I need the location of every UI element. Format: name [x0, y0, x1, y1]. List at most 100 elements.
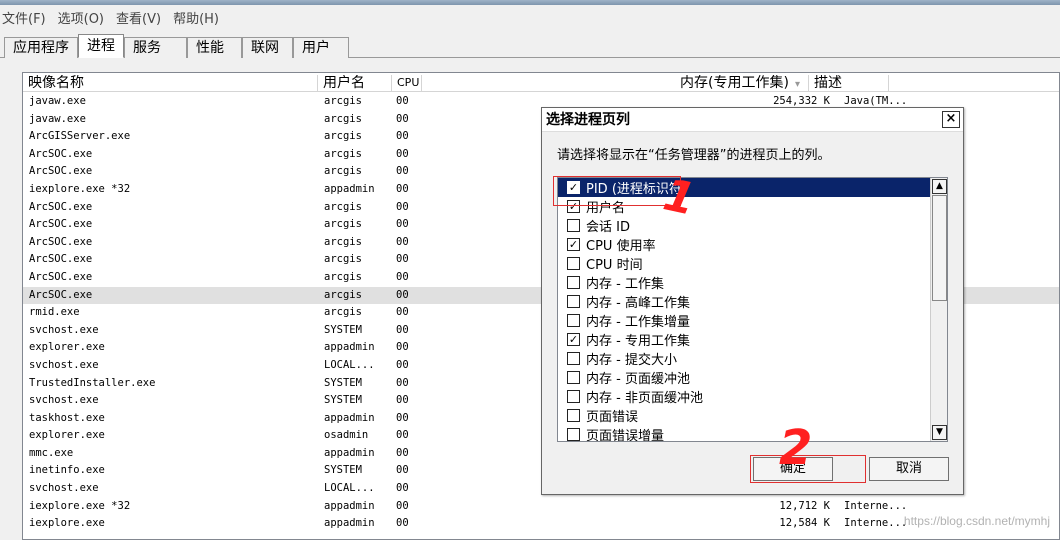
column-option[interactable]: 页面错误 — [558, 406, 947, 425]
checkbox-unchecked-icon[interactable] — [567, 371, 580, 384]
checkbox-checked-icon[interactable]: ✓ — [567, 238, 580, 251]
process-name: ArcSOC.exe — [29, 200, 93, 213]
process-cpu: 00 — [396, 446, 409, 459]
process-name: javaw.exe — [29, 112, 86, 125]
checkbox-unchecked-icon[interactable] — [567, 295, 580, 308]
column-option-label: 内存 - 工作集 — [586, 277, 664, 292]
column-option-label: 内存 - 高峰工作集 — [586, 296, 690, 311]
process-name: inetinfo.exe — [29, 464, 105, 477]
column-cpu[interactable]: CPU — [392, 75, 422, 92]
process-name: explorer.exe — [29, 341, 105, 354]
column-option-label: 内存 - 页面缓冲池 — [586, 372, 690, 387]
checkbox-unchecked-icon[interactable] — [567, 428, 580, 441]
column-option[interactable]: ✓ 内存 - 专用工作集 — [558, 330, 947, 349]
column-user-name[interactable]: 用户名 — [318, 75, 392, 92]
process-name: iexplore.exe — [29, 517, 105, 530]
tab-processes[interactable]: 进程 — [78, 34, 124, 58]
tab-strip: 应用程序 进程 服务 性能 联网 用户 — [4, 34, 349, 58]
process-user: LOCAL... — [324, 358, 375, 371]
checkbox-unchecked-icon[interactable] — [567, 276, 580, 289]
column-memory[interactable]: 内存(专用工作集) ▾ — [422, 75, 809, 92]
column-option-label: 会话 ID — [586, 220, 630, 235]
column-option[interactable]: 页面错误增量 — [558, 425, 947, 442]
cancel-button[interactable]: 取消 — [869, 457, 949, 481]
scroll-up-icon[interactable]: ▲ — [932, 179, 947, 194]
tab-users[interactable]: 用户 — [293, 37, 349, 58]
tab-networking[interactable]: 联网 — [242, 37, 293, 58]
table-row[interactable]: iexplore.exe *32 appadmin 00 12,712 K Intern… — [23, 498, 1059, 516]
process-cpu: 00 — [396, 358, 409, 371]
checkbox-checked-icon[interactable]: ✓ — [567, 333, 580, 346]
menu-help[interactable]: 帮助(H) — [173, 8, 219, 27]
checkbox-unchecked-icon[interactable] — [567, 409, 580, 422]
column-memory-label: 内存(专用工作集) — [680, 75, 789, 91]
menu-view[interactable]: 查看(V) — [116, 8, 161, 27]
column-option[interactable]: 内存 - 高峰工作集 — [558, 292, 947, 311]
column-option[interactable]: 内存 - 页面缓冲池 — [558, 368, 947, 387]
column-option[interactable]: 内存 - 工作集增量 — [558, 311, 947, 330]
process-name: rmid.exe — [29, 306, 80, 319]
process-user: appadmin — [324, 517, 375, 530]
menu-options[interactable]: 选项(O) — [58, 8, 104, 27]
watermark: https://blog.csdn.net/mymhj — [903, 514, 1050, 528]
close-icon[interactable]: × — [942, 111, 960, 128]
process-user: appadmin — [324, 499, 375, 512]
process-user: arcgis — [324, 130, 362, 143]
process-cpu: 00 — [396, 130, 409, 143]
column-option[interactable]: 内存 - 非页面缓冲池 — [558, 387, 947, 406]
sort-descending-icon: ▾ — [794, 79, 800, 90]
process-user: arcgis — [324, 200, 362, 213]
checkbox-unchecked-icon[interactable] — [567, 314, 580, 327]
process-user: appadmin — [324, 182, 375, 195]
column-option[interactable]: 内存 - 提交大小 — [558, 349, 947, 368]
process-cpu: 00 — [396, 411, 409, 424]
process-cpu: 00 — [396, 253, 409, 266]
process-name: iexplore.exe *32 — [29, 182, 131, 195]
process-name: ArcSOC.exe — [29, 147, 93, 160]
process-cpu: 00 — [396, 464, 409, 477]
column-option[interactable]: 内存 - 工作集 — [558, 273, 947, 292]
list-scrollbar[interactable]: ▲ ▼ — [930, 178, 947, 441]
tab-applications[interactable]: 应用程序 — [4, 37, 78, 58]
process-user: SYSTEM — [324, 464, 362, 477]
tab-performance[interactable]: 性能 — [187, 37, 242, 58]
process-cpu: 00 — [396, 112, 409, 125]
column-option-label: 内存 - 工作集增量 — [586, 315, 690, 330]
checkbox-items: ✓ PID (进程标识符) ✓ 用户名 会话 ID ✓ CPU 使用率 CPU 时间 内存 - … — [558, 178, 947, 442]
process-cpu: 00 — [396, 288, 409, 301]
checkbox-unchecked-icon[interactable] — [567, 352, 580, 365]
process-user: arcgis — [324, 306, 362, 319]
process-name: javaw.exe — [29, 95, 86, 107]
process-user: arcgis — [324, 218, 362, 231]
tab-services[interactable]: 服务 — [124, 37, 187, 58]
column-option[interactable]: ✓ CPU 使用率 — [558, 235, 947, 254]
checkbox-unchecked-icon[interactable] — [567, 390, 580, 403]
column-option[interactable]: CPU 时间 — [558, 254, 947, 273]
process-name: svchost.exe — [29, 394, 99, 407]
menu-bar: 文件(F) 选项(O) 查看(V) 帮助(H) — [0, 7, 1060, 27]
column-image-name[interactable]: 映像名称 — [23, 75, 318, 92]
process-cpu: 00 — [396, 394, 409, 407]
process-cpu: 00 — [396, 182, 409, 195]
column-option[interactable]: 会话 ID — [558, 216, 947, 235]
process-memory: 12,712 K — [779, 499, 830, 512]
process-name: ArcSOC.exe — [29, 218, 93, 231]
checkbox-unchecked-icon[interactable] — [567, 257, 580, 270]
column-option-label: 页面错误增量 — [586, 429, 665, 442]
dialog-title: 选择进程页列 — [542, 108, 963, 132]
process-name: svchost.exe — [29, 482, 99, 495]
process-cpu: 00 — [396, 323, 409, 336]
column-description[interactable]: 描述 — [809, 75, 889, 92]
process-user: LOCAL... — [324, 482, 375, 495]
process-user: arcgis — [324, 112, 362, 125]
column-option-label: CPU 使用率 — [586, 239, 656, 254]
process-cpu: 00 — [396, 270, 409, 283]
scroll-thumb[interactable] — [932, 195, 947, 301]
process-memory: 12,584 K — [779, 517, 830, 530]
column-option-label: CPU 时间 — [586, 258, 643, 273]
scroll-down-icon[interactable]: ▼ — [932, 425, 947, 440]
column-checkbox-list[interactable]: ✓ PID (进程标识符) ✓ 用户名 会话 ID ✓ CPU 使用率 CPU 时间 内存 - … — [557, 177, 948, 442]
checkbox-unchecked-icon[interactable] — [567, 219, 580, 232]
menu-file[interactable]: 文件(F) — [2, 8, 46, 27]
